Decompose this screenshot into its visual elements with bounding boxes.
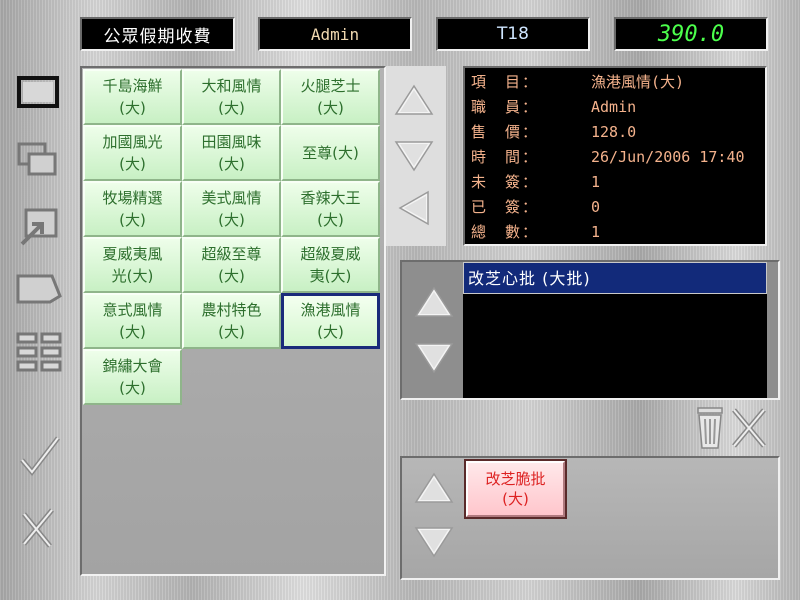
info-value: 26/Jun/2006 17:40 — [591, 148, 745, 166]
modifier-row[interactable]: 改芝心批 (大批) — [463, 262, 767, 294]
info-label: 職 員： — [471, 98, 540, 116]
menu-item[interactable]: 千島海鮮 (大) — [83, 69, 182, 125]
menu-grid: 千島海鮮 (大) 大和風情 (大) 火腿芝士 (大) 加國風光 (大) 田園風味 (大)… — [83, 69, 380, 405]
menu-item[interactable]: 加國風光 (大) — [83, 125, 182, 181]
user-box: Admin — [258, 17, 412, 51]
options-down-arrow[interactable] — [412, 524, 456, 560]
menu-item-label: 意式風情 (大) — [102, 301, 163, 341]
info-value: 1 — [591, 173, 601, 191]
menu-item[interactable]: 牧場精選 (大) — [83, 181, 182, 237]
info-label: 總 數： — [471, 223, 540, 241]
menu-item-label: 加國風光 (大) — [102, 133, 163, 173]
menu-item[interactable]: 田園風味 (大) — [182, 125, 281, 181]
info-label: 時 間： — [471, 148, 540, 166]
info-value: 漁港風情(大) — [591, 73, 685, 91]
menu-item-label: 香辣大王 (大) — [300, 189, 361, 229]
cancel-x-icon[interactable] — [14, 506, 66, 550]
menu-item[interactable]: 超級夏威 夷(大) — [281, 237, 380, 293]
title-label: 公眾假期收費 — [103, 26, 212, 47]
menu-item-label: 田園風味 (大) — [201, 133, 262, 173]
menu-item-label: 超級至尊 (大) — [201, 245, 262, 285]
modifier-up-arrow[interactable] — [412, 284, 456, 320]
menu-item-label: 超級夏威 夷(大) — [300, 245, 361, 285]
option-button-label: 改芝脆批 (大) — [485, 470, 546, 508]
menu-item-label: 火腿芝士 (大) — [300, 77, 361, 117]
window-icon[interactable] — [14, 70, 66, 114]
resize-icon[interactable] — [14, 204, 66, 248]
menu-item[interactable]: 夏威夷風 光(大) — [83, 237, 182, 293]
grid-icon[interactable] — [14, 330, 66, 374]
menu-item-label: 美式風情 (大) — [201, 189, 262, 229]
menu-item[interactable]: 大和風情 (大) — [182, 69, 281, 125]
modifier-list: 改芝心批 (大批) — [463, 262, 767, 398]
info-row: 職 員： Admin — [471, 95, 765, 120]
menu-item[interactable]: 超級至尊 (大) — [182, 237, 281, 293]
menu-item-label: 至尊(大) — [302, 144, 359, 162]
menu-item-label: 大和風情 (大) — [201, 77, 262, 117]
menu-item-label: 千島海鮮 (大) — [102, 77, 163, 117]
modifier-down-arrow[interactable] — [412, 340, 456, 376]
close-x-icon[interactable] — [730, 406, 770, 450]
info-value: 1 — [591, 223, 601, 241]
menu-item-label: 牧場精選 (大) — [102, 189, 163, 229]
amount-label: 390.0 — [657, 21, 725, 47]
menu-item[interactable]: 錦繡大會 (大) — [83, 349, 182, 405]
item-info-panel: 項 目： 漁港風情(大) 職 員： Admin 售 價： 128.0 時 間： 26/Jun/… — [463, 66, 767, 246]
grid-down-arrow[interactable] — [392, 138, 436, 174]
amount-box: 390.0 — [614, 17, 768, 51]
menu-item-label: 夏威夷風 光(大) — [102, 245, 163, 285]
menu-item-label: 農村特色 (大) — [201, 301, 262, 341]
check-icon[interactable] — [14, 434, 66, 478]
info-label: 售 價： — [471, 123, 540, 141]
info-row: 時 間： 26/Jun/2006 17:40 — [471, 145, 765, 170]
info-label: 項 目： — [471, 73, 540, 91]
info-label: 未 簽： — [471, 173, 540, 191]
menu-item[interactable]: 農村特色 (大) — [182, 293, 281, 349]
info-value: 0 — [591, 198, 601, 216]
cascade-icon[interactable] — [14, 138, 66, 182]
menu-item[interactable]: 香辣大王 (大) — [281, 181, 380, 237]
info-row: 總 數： 1 — [471, 220, 765, 245]
option-button[interactable]: 改芝脆批 (大) — [464, 459, 567, 519]
tag-icon[interactable] — [14, 268, 66, 312]
info-row: 項 目： 漁港風情(大) — [471, 70, 765, 95]
info-value: Admin — [591, 98, 637, 116]
info-label: 已 簽： — [471, 198, 540, 216]
menu-item-label: 漁港風情 (大) — [300, 301, 361, 341]
menu-item[interactable]: 火腿芝士 (大) — [281, 69, 380, 125]
info-row: 已 簽： 0 — [471, 195, 765, 220]
trash-icon[interactable] — [694, 406, 726, 450]
menu-item[interactable]: 漁港風情 (大) — [281, 293, 380, 349]
grid-back-arrow[interactable] — [394, 188, 434, 228]
options-up-arrow[interactable] — [412, 470, 456, 506]
menu-item[interactable]: 至尊(大) — [281, 125, 380, 181]
grid-up-arrow[interactable] — [392, 82, 436, 118]
menu-item[interactable]: 意式風情 (大) — [83, 293, 182, 349]
user-label: Admin — [310, 24, 360, 44]
info-row: 售 價： 128.0 — [471, 120, 765, 145]
table-label: T18 — [496, 24, 530, 44]
table-box: T18 — [436, 17, 590, 51]
title-box: 公眾假期收費 — [80, 17, 235, 51]
menu-item-label: 錦繡大會 (大) — [102, 357, 163, 397]
info-value: 128.0 — [591, 123, 637, 141]
info-row: 未 簽： 1 — [471, 170, 765, 195]
options-panel — [400, 456, 780, 580]
menu-item[interactable]: 美式風情 (大) — [182, 181, 281, 237]
